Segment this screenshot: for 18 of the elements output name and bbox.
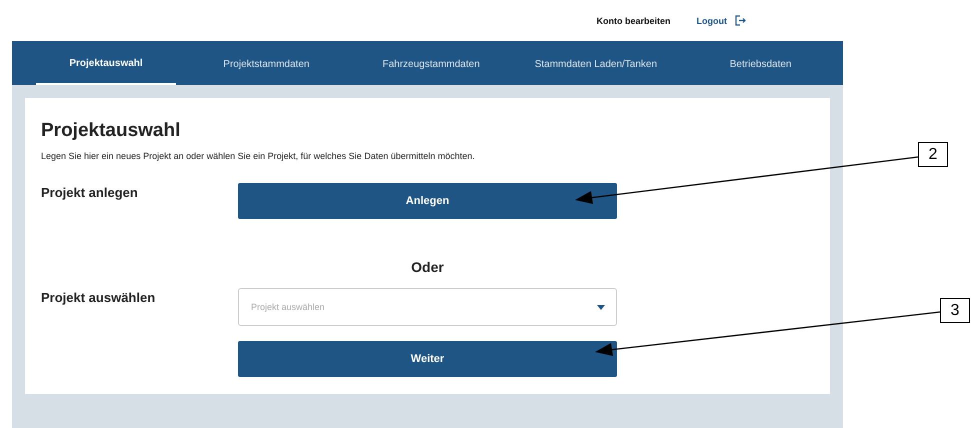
account-link[interactable]: Konto bearbeiten	[596, 16, 670, 26]
page-description: Legen Sie hier ein neues Projekt an oder wählen Sie ein Projekt, für welches Sie Daten übermitteln möchten.	[41, 151, 476, 161]
next-button[interactable]: Weiter	[238, 341, 617, 377]
project-dropdown[interactable]: Projekt auswählen	[238, 288, 617, 326]
create-project-label: Projekt anlegen	[41, 185, 139, 200]
logout-icon[interactable]	[735, 15, 746, 26]
select-project-label: Projekt auswählen	[41, 290, 156, 305]
dropdown-caret-icon	[597, 305, 605, 310]
callout-number: 2	[918, 142, 948, 167]
nav-tab[interactable]: Betriebsdaten	[678, 41, 843, 85]
or-label: Oder	[410, 259, 445, 275]
logout-link[interactable]: Logout	[696, 16, 727, 26]
create-button[interactable]: Anlegen	[238, 183, 617, 219]
nav-tab[interactable]: Stammdaten Laden/Tanken	[514, 41, 678, 85]
callout-number: 3	[940, 298, 970, 323]
page-title: Projektauswahl	[41, 120, 182, 142]
nav-tab[interactable]: Projektstammdaten	[184, 41, 349, 85]
nav-tab[interactable]: Fahrzeugstammdaten	[348, 41, 514, 85]
